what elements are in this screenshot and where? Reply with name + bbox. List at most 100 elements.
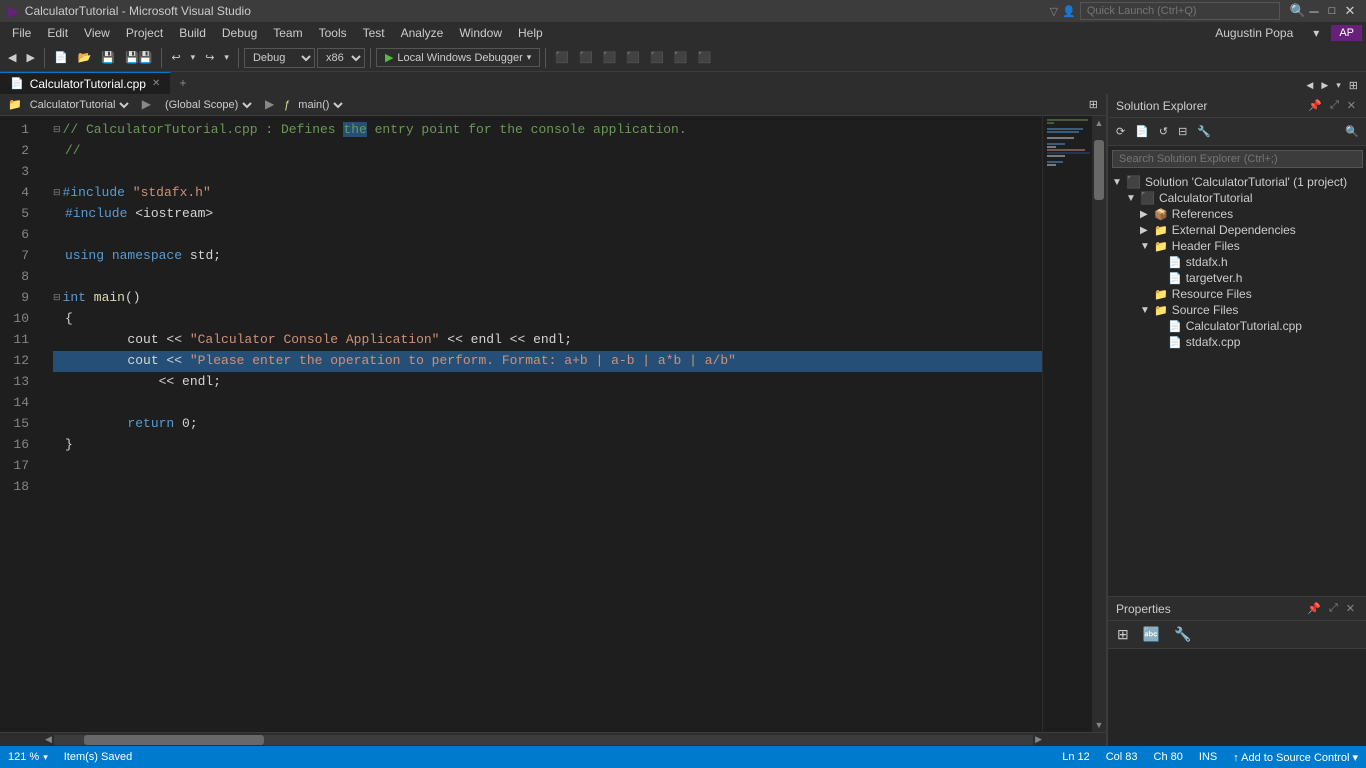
code-line-4[interactable]: ⊟ #include "stdafx.h" [53,183,1042,204]
prop-close-button[interactable]: ✕ [1343,601,1358,616]
se-pin-button[interactable]: 📌 [1305,98,1325,113]
code-line-17[interactable] [53,456,1042,477]
tab-close-button[interactable]: ✕ [152,78,160,89]
menu-tools[interactable]: Tools [311,24,355,42]
toolbar-undo-drop-btn[interactable]: ▾ [187,50,200,65]
toolbar-redo-btn[interactable]: ↪ [201,49,218,66]
code-line-5[interactable]: #include <iostream> [53,204,1042,225]
nav-symbol-dropdown[interactable]: main() [294,98,346,112]
horizontal-scrollbar[interactable]: ◀ ▶ [0,732,1106,746]
menu-file[interactable]: File [4,24,39,42]
nav-scope[interactable]: (Global Scope) [153,96,263,114]
nav-project-dropdown[interactable]: CalculatorTutorial [26,98,132,112]
editor-tab-active[interactable]: 📄 CalculatorTutorial.cpp ✕ [0,72,171,94]
code-line-2[interactable]: // [53,141,1042,162]
user-dropdown-icon[interactable]: ▾ [1305,24,1327,42]
fold-4[interactable]: ⊟ [53,187,61,200]
tree-project[interactable]: ▼ ⬛ CalculatorTutorial [1108,190,1366,206]
debug-config-dropdown[interactable]: Debug Release [244,48,315,68]
fold-1[interactable]: ⊟ [53,124,61,137]
editor-content[interactable]: 1 2 3 4 5 6 7 8 9 10 11 12 13 14 15 16 1… [0,116,1106,732]
tree-calc-cpp[interactable]: 📄 CalculatorTutorial.cpp [1108,318,1366,334]
menu-team[interactable]: Team [265,24,310,42]
toolbar-back-btn[interactable]: ◀ [4,49,20,66]
menu-edit[interactable]: Edit [39,24,76,42]
tab-scroll-left[interactable]: ◀ [1302,78,1317,93]
toolbar-extra2[interactable]: ⬛ [575,49,597,66]
se-collapse-btn[interactable]: ⊟ [1174,123,1191,140]
se-search-container[interactable] [1108,146,1366,172]
prop-categorized-btn[interactable]: ⊞ [1112,623,1134,646]
code-line-16[interactable]: } [53,435,1042,456]
scroll-up-button[interactable]: ▲ [1093,116,1106,130]
vertical-scrollbar[interactable]: ▲ ▼ [1092,116,1106,732]
nav-project[interactable]: 📁 CalculatorTutorial [0,96,140,114]
menu-view[interactable]: View [76,24,118,42]
toolbar-extra7[interactable]: ⬛ [694,49,716,66]
scroll-down-button[interactable]: ▼ [1093,718,1106,732]
status-source-control[interactable]: ↑ Add to Source Control ▾ [1233,751,1358,764]
menu-project[interactable]: Project [118,24,171,42]
toolbar-extra1[interactable]: ⬛ [551,49,573,66]
code-line-12[interactable]: cout << "Please enter the operation to p… [53,351,1042,372]
minimize-button[interactable]: ─ [1306,4,1322,18]
debug-drop-icon[interactable]: ▾ [527,52,532,63]
code-line-14[interactable] [53,393,1042,414]
fold-9[interactable]: ⊟ [53,292,61,305]
tree-source-files[interactable]: ▼ 📁 Source Files [1108,302,1366,318]
scroll-thumb[interactable] [1094,140,1104,200]
menu-test[interactable]: Test [355,24,393,42]
status-zoom-area[interactable]: 121 % ▾ [8,751,48,763]
tree-stdafx-cpp[interactable]: 📄 stdafx.cpp [1108,334,1366,350]
code-line-3[interactable] [53,162,1042,183]
se-refresh-btn[interactable]: ↺ [1155,123,1172,140]
menu-window[interactable]: Window [451,24,510,42]
code-line-11[interactable]: cout << "Calculator Console Application"… [53,330,1042,351]
tab-list-button[interactable]: ▾ [1332,78,1345,93]
se-float-button[interactable]: ⤢ [1327,98,1342,113]
toolbar-forward-btn[interactable]: ▶ [22,49,38,66]
toolbar-open-btn[interactable]: 📂 [74,49,96,66]
prop-pin-button[interactable]: 📌 [1304,601,1324,616]
window-controls[interactable]: ─ □ ✕ [1306,4,1358,18]
code-editor[interactable]: ⊟ // CalculatorTutorial.cpp : Defines th… [45,116,1042,732]
expand-editor-button[interactable]: ⊞ [1085,96,1102,113]
toolbar-undo-btn[interactable]: ↩ [167,49,184,66]
toolbar-redo-drop-btn[interactable]: ▾ [220,50,233,65]
maximize-button[interactable]: □ [1324,4,1340,18]
tree-references[interactable]: ▶ 📦 References [1108,206,1366,222]
code-line-18[interactable] [53,477,1042,498]
code-line-8[interactable] [53,267,1042,288]
tab-scroll-right[interactable]: ▶ [1317,78,1332,93]
menu-build[interactable]: Build [171,24,214,42]
code-line-15[interactable]: return 0; [53,414,1042,435]
menu-help[interactable]: Help [510,24,551,42]
code-line-6[interactable] [53,225,1042,246]
user-info[interactable]: Augustin Popa ▾ AP [1207,24,1362,42]
se-sync-btn[interactable]: ⟳ [1112,123,1129,140]
toolbar-extra6[interactable]: ⬛ [670,49,692,66]
tree-ext-deps[interactable]: ▶ 📁 External Dependencies [1108,222,1366,238]
search-icon[interactable]: 🔍 [1290,3,1306,19]
se-prop-btn[interactable]: 🔧 [1193,123,1215,140]
se-close-button[interactable]: ✕ [1344,98,1359,113]
close-button[interactable]: ✕ [1342,4,1358,18]
toolbar-extra4[interactable]: ⬛ [622,49,644,66]
code-line-7[interactable]: using namespace std; [53,246,1042,267]
toolbar-extra3[interactable]: ⬛ [599,49,621,66]
tab-add-button[interactable]: + [171,74,194,94]
tree-targetver-h[interactable]: 📄 targetver.h [1108,270,1366,286]
code-line-9[interactable]: ⊟ int main () [53,288,1042,309]
prop-proppage-btn[interactable]: 🔧 [1169,623,1196,646]
prop-alphabetical-btn[interactable]: 🔤 [1138,623,1165,646]
platform-dropdown[interactable]: x86 x64 [317,48,365,68]
prop-float-button[interactable]: ⤢ [1326,601,1341,616]
tree-header-files[interactable]: ▼ 📁 Header Files [1108,238,1366,254]
new-window-button[interactable]: ⊞ [1345,77,1362,94]
hscroll-thumb[interactable] [84,735,264,745]
se-search-input[interactable] [1112,150,1363,168]
code-line-1[interactable]: ⊟ // CalculatorTutorial.cpp : Defines th… [53,120,1042,141]
toolbar-new-btn[interactable]: 📄 [50,49,72,66]
toolbar-extra5[interactable]: ⬛ [646,49,668,66]
tree-stdafx-h[interactable]: 📄 stdafx.h [1108,254,1366,270]
